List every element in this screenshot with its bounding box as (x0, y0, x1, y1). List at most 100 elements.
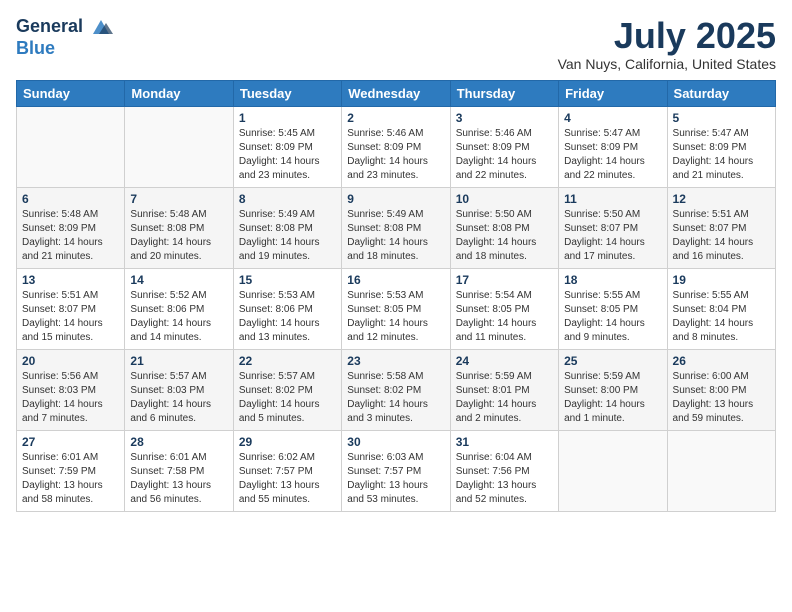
day-number: 18 (564, 273, 661, 287)
day-number: 21 (130, 354, 227, 368)
day-info: Sunrise: 5:47 AM Sunset: 8:09 PM Dayligh… (564, 127, 661, 183)
day-number: 24 (456, 354, 553, 368)
day-number: 16 (347, 273, 444, 287)
calendar-table: SundayMondayTuesdayWednesdayThursdayFrid… (16, 80, 776, 512)
day-number: 11 (564, 192, 661, 206)
calendar-cell: 2 Sunrise: 5:46 AM Sunset: 8:09 PM Daylig… (342, 106, 450, 187)
calendar-week-2: 6 Sunrise: 5:48 AM Sunset: 8:09 PM Daylig… (17, 187, 776, 268)
calendar-cell: 20Sunrise: 5:56 AM Sunset: 8:03 PM Dayli… (17, 349, 125, 430)
calendar-cell: 28 Sunrise: 6:01 AM Sunset: 7:58 PM Dayli… (125, 430, 233, 511)
day-number: 3 (456, 111, 553, 125)
calendar-cell: 12 Sunrise: 5:51 AM Sunset: 8:07 PM Dayli… (667, 187, 775, 268)
calendar-cell: 13 Sunrise: 5:51 AM Sunset: 8:07 PM Dayli… (17, 268, 125, 349)
calendar-cell: 15 Sunrise: 5:53 AM Sunset: 8:06 PM Dayli… (233, 268, 341, 349)
calendar-cell: 1 Sunrise: 5:45 AM Sunset: 8:09 PM Daylig… (233, 106, 341, 187)
day-number: 25 (564, 354, 661, 368)
title-block: July 2025 Van Nuys, California, United S… (558, 16, 776, 72)
day-number: 17 (456, 273, 553, 287)
page-title: July 2025 (558, 16, 776, 56)
calendar-cell: 30 Sunrise: 6:03 AM Sunset: 7:57 PM Dayli… (342, 430, 450, 511)
day-number: 28 (130, 435, 227, 449)
day-info: Sunrise: 5:46 AM Sunset: 8:09 PM Dayligh… (456, 127, 553, 183)
calendar-cell: 29 Sunrise: 6:02 AM Sunset: 7:57 PM Dayli… (233, 430, 341, 511)
weekday-header-wednesday: Wednesday (342, 80, 450, 106)
logo: General Blue (16, 16, 113, 59)
calendar-cell: 23 Sunrise: 5:58 AM Sunset: 8:02 PM Dayli… (342, 349, 450, 430)
calendar-cell: 11 Sunrise: 5:50 AM Sunset: 8:07 PM Dayli… (559, 187, 667, 268)
calendar-week-5: 27 Sunrise: 6:01 AM Sunset: 7:59 PM Dayli… (17, 430, 776, 511)
day-number: 19 (673, 273, 770, 287)
day-number: 6 (22, 192, 119, 206)
day-info: Sunrise: 5:53 AM Sunset: 8:06 PM Dayligh… (239, 289, 336, 345)
calendar-cell: 8 Sunrise: 5:49 AM Sunset: 8:08 PM Daylig… (233, 187, 341, 268)
calendar-cell: 19Sunrise: 5:55 AM Sunset: 8:04 PM Dayli… (667, 268, 775, 349)
day-number: 22 (239, 354, 336, 368)
day-info: Sunrise: 5:55 AM Sunset: 8:05 PM Dayligh… (564, 289, 661, 345)
day-info: Sunrise: 5:51 AM Sunset: 8:07 PM Dayligh… (673, 208, 770, 264)
day-number: 13 (22, 273, 119, 287)
weekday-header-friday: Friday (559, 80, 667, 106)
day-info: Sunrise: 6:01 AM Sunset: 7:58 PM Dayligh… (130, 451, 227, 507)
day-number: 7 (130, 192, 227, 206)
day-number: 5 (673, 111, 770, 125)
day-number: 8 (239, 192, 336, 206)
day-info: Sunrise: 5:45 AM Sunset: 8:09 PM Dayligh… (239, 127, 336, 183)
calendar-cell: 17 Sunrise: 5:54 AM Sunset: 8:05 PM Dayli… (450, 268, 558, 349)
day-info: Sunrise: 5:53 AM Sunset: 8:05 PM Dayligh… (347, 289, 444, 345)
day-number: 2 (347, 111, 444, 125)
calendar-cell: 26 Sunrise: 6:00 AM Sunset: 8:00 PM Dayli… (667, 349, 775, 430)
calendar-cell: 4Sunrise: 5:47 AM Sunset: 8:09 PM Daylig… (559, 106, 667, 187)
day-info: Sunrise: 6:04 AM Sunset: 7:56 PM Dayligh… (456, 451, 553, 507)
weekday-header-sunday: Sunday (17, 80, 125, 106)
logo-text-general: General (16, 16, 113, 38)
calendar-week-4: 20Sunrise: 5:56 AM Sunset: 8:03 PM Dayli… (17, 349, 776, 430)
day-info: Sunrise: 6:03 AM Sunset: 7:57 PM Dayligh… (347, 451, 444, 507)
day-number: 23 (347, 354, 444, 368)
day-info: Sunrise: 6:00 AM Sunset: 8:00 PM Dayligh… (673, 370, 770, 426)
logo-text-blue: Blue (16, 38, 55, 59)
day-number: 10 (456, 192, 553, 206)
day-number: 20 (22, 354, 119, 368)
day-info: Sunrise: 6:02 AM Sunset: 7:57 PM Dayligh… (239, 451, 336, 507)
calendar-cell: 9 Sunrise: 5:49 AM Sunset: 8:08 PM Daylig… (342, 187, 450, 268)
day-info: Sunrise: 5:49 AM Sunset: 8:08 PM Dayligh… (347, 208, 444, 264)
page-header: General Blue July 2025 Van Nuys, Califor… (16, 16, 776, 72)
logo-icon (89, 18, 113, 38)
day-info: Sunrise: 5:51 AM Sunset: 8:07 PM Dayligh… (22, 289, 119, 345)
day-number: 15 (239, 273, 336, 287)
day-info: Sunrise: 5:54 AM Sunset: 8:05 PM Dayligh… (456, 289, 553, 345)
day-info: Sunrise: 5:52 AM Sunset: 8:06 PM Dayligh… (130, 289, 227, 345)
day-number: 29 (239, 435, 336, 449)
calendar-cell: 21Sunrise: 5:57 AM Sunset: 8:03 PM Dayli… (125, 349, 233, 430)
weekday-header-monday: Monday (125, 80, 233, 106)
day-info: Sunrise: 5:50 AM Sunset: 8:07 PM Dayligh… (564, 208, 661, 264)
day-number: 12 (673, 192, 770, 206)
day-number: 1 (239, 111, 336, 125)
page-subtitle: Van Nuys, California, United States (558, 56, 776, 72)
calendar-header-row: SundayMondayTuesdayWednesdayThursdayFrid… (17, 80, 776, 106)
day-number: 31 (456, 435, 553, 449)
calendar-cell (559, 430, 667, 511)
day-number: 27 (22, 435, 119, 449)
calendar-cell: 5Sunrise: 5:47 AM Sunset: 8:09 PM Daylig… (667, 106, 775, 187)
calendar-week-1: 1 Sunrise: 5:45 AM Sunset: 8:09 PM Daylig… (17, 106, 776, 187)
calendar-cell: 24Sunrise: 5:59 AM Sunset: 8:01 PM Dayli… (450, 349, 558, 430)
calendar-cell: 6 Sunrise: 5:48 AM Sunset: 8:09 PM Daylig… (17, 187, 125, 268)
calendar-cell: 22 Sunrise: 5:57 AM Sunset: 8:02 PM Dayli… (233, 349, 341, 430)
day-info: Sunrise: 5:57 AM Sunset: 8:02 PM Dayligh… (239, 370, 336, 426)
calendar-cell (17, 106, 125, 187)
day-info: Sunrise: 5:46 AM Sunset: 8:09 PM Dayligh… (347, 127, 444, 183)
day-number: 26 (673, 354, 770, 368)
calendar-cell: 16 Sunrise: 5:53 AM Sunset: 8:05 PM Dayli… (342, 268, 450, 349)
day-info: Sunrise: 5:58 AM Sunset: 8:02 PM Dayligh… (347, 370, 444, 426)
weekday-header-saturday: Saturday (667, 80, 775, 106)
day-info: Sunrise: 6:01 AM Sunset: 7:59 PM Dayligh… (22, 451, 119, 507)
day-info: Sunrise: 5:48 AM Sunset: 8:08 PM Dayligh… (130, 208, 227, 264)
day-info: Sunrise: 5:49 AM Sunset: 8:08 PM Dayligh… (239, 208, 336, 264)
calendar-cell: 3 Sunrise: 5:46 AM Sunset: 8:09 PM Daylig… (450, 106, 558, 187)
calendar-cell: 25Sunrise: 5:59 AM Sunset: 8:00 PM Dayli… (559, 349, 667, 430)
day-number: 9 (347, 192, 444, 206)
day-info: Sunrise: 5:48 AM Sunset: 8:09 PM Dayligh… (22, 208, 119, 264)
day-number: 30 (347, 435, 444, 449)
weekday-header-tuesday: Tuesday (233, 80, 341, 106)
